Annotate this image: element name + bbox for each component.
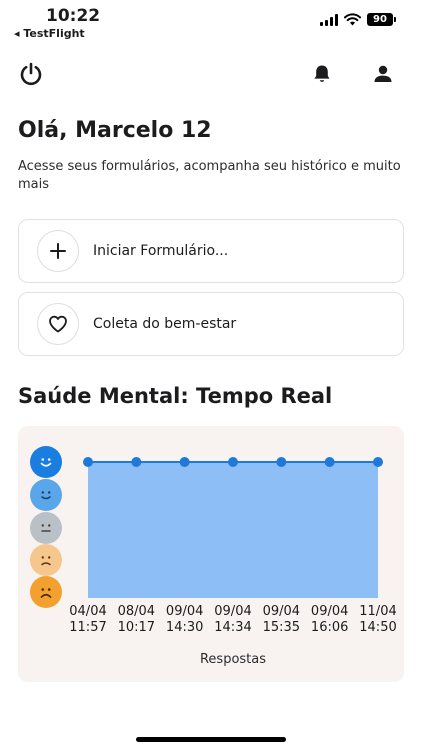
status-bar: 10:22 ◂ TestFlight 90: [0, 0, 422, 44]
start-form-button[interactable]: Iniciar Formulário...: [18, 219, 404, 283]
chart-point[interactable]: [228, 457, 238, 467]
chart-point[interactable]: [131, 457, 142, 467]
battery-icon: 90: [367, 13, 396, 26]
chart-area: [88, 462, 378, 598]
x-tick-label-line: 14:50: [359, 620, 397, 635]
battery-level: 90: [367, 13, 393, 26]
start-form-label: Iniciar Formulário...: [93, 243, 229, 259]
x-axis-title: Respostas: [199, 652, 267, 667]
wellbeing-collection-label: Coleta do bem-estar: [93, 316, 237, 332]
home-indicator[interactable]: [136, 737, 286, 742]
greeting-title: Olá, Marcelo 12: [18, 118, 212, 143]
wifi-icon: [344, 13, 361, 26]
chart-point[interactable]: [324, 457, 335, 467]
mental-health-section-title: Saúde Mental: Tempo Real: [18, 384, 333, 408]
greeting-subtitle: Acesse seus formulários, acompanha seu h…: [18, 159, 401, 192]
wellbeing-collection-button[interactable]: Coleta do bem-estar: [18, 292, 404, 356]
profile-icon[interactable]: [369, 60, 397, 88]
status-indicators: 90: [320, 13, 396, 26]
chart-point[interactable]: [83, 457, 93, 467]
back-to-testflight-link[interactable]: ◂ TestFlight: [14, 27, 85, 40]
cellular-signal-icon: [320, 13, 338, 26]
chart-point[interactable]: [179, 457, 190, 467]
bell-icon[interactable]: [308, 60, 336, 88]
power-icon[interactable]: [17, 60, 45, 88]
status-time: 10:22: [46, 6, 101, 26]
chart-point[interactable]: [373, 457, 383, 467]
chart-plot: [83, 457, 383, 598]
heart-icon: [37, 303, 79, 345]
x-tick-label-line: 11/04: [359, 604, 397, 619]
plus-icon: [37, 230, 79, 272]
x-tick-label: 11/04 14:50: [348, 604, 408, 636]
chart-point[interactable]: [276, 457, 287, 467]
mental-health-chart: 04/04 11:57 08/04 10:17 09/04 14:30 09/04 14:34…: [18, 426, 404, 682]
